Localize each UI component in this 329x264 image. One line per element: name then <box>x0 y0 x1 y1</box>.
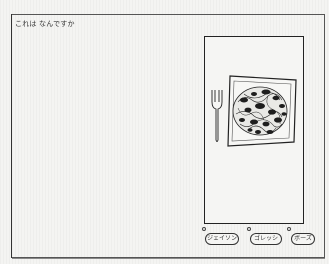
choice-button-2[interactable]: ゴレッシ <box>250 233 282 245</box>
spaghetti-icon <box>232 86 288 136</box>
left-rule <box>11 14 12 258</box>
choice-button-1[interactable]: ジェイソン <box>205 233 239 245</box>
bottom-rule <box>12 258 325 259</box>
question-title: これは なんですか <box>15 20 75 28</box>
choice-button-3[interactable]: ボーズ <box>291 233 315 245</box>
choice-3-marker <box>287 227 291 231</box>
choice-2-marker <box>247 227 251 231</box>
fork-icon <box>211 90 223 142</box>
app-frame: これは なんですか ジェイソン ゴレッシ ボーズ <box>0 0 329 264</box>
choice-1-marker <box>202 227 206 231</box>
